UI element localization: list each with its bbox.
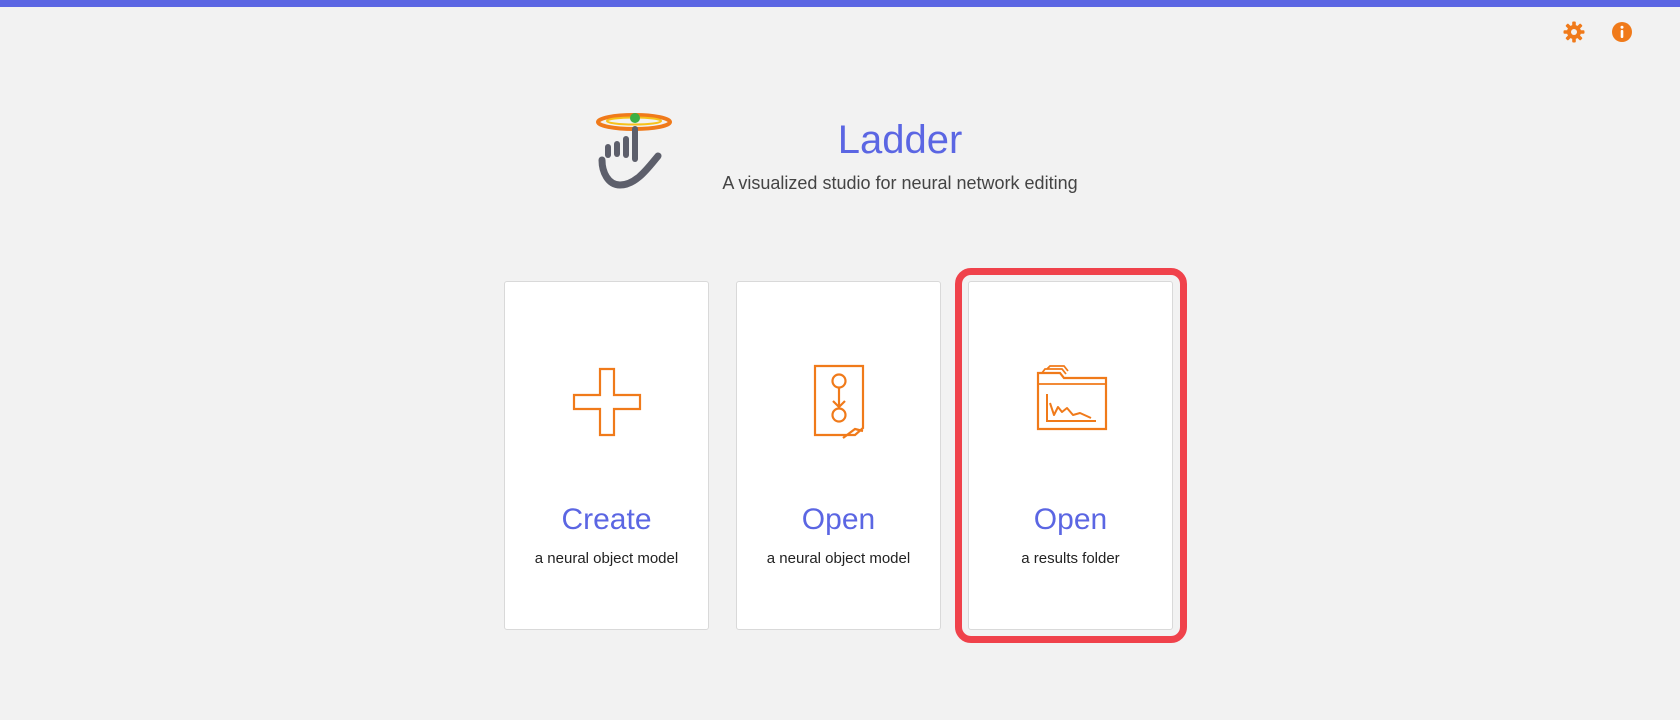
ladder-logo xyxy=(592,108,676,196)
card-subtitle: a neural object model xyxy=(534,550,679,567)
create-model-card[interactable]: Create a neural object model xyxy=(504,281,709,630)
open-model-card[interactable]: Open a neural object model xyxy=(736,281,941,630)
card-title: Open xyxy=(801,503,876,536)
app-title: Ladder xyxy=(837,118,963,162)
open-results-folder-card[interactable]: Open a results folder xyxy=(968,281,1173,630)
card-title: Open xyxy=(1033,503,1108,536)
top-accent-bar xyxy=(0,0,1680,7)
model-document-icon xyxy=(799,362,879,442)
info-icon[interactable] xyxy=(1610,20,1634,44)
results-folder-icon xyxy=(1031,362,1111,442)
app-subtitle: A visualized studio for neural network e… xyxy=(722,173,1078,193)
gear-icon[interactable] xyxy=(1562,20,1586,44)
plus-icon xyxy=(567,362,647,442)
card-subtitle: a results folder xyxy=(1021,550,1120,567)
card-title: Create xyxy=(561,503,652,536)
card-subtitle: a neural object model xyxy=(766,550,911,567)
